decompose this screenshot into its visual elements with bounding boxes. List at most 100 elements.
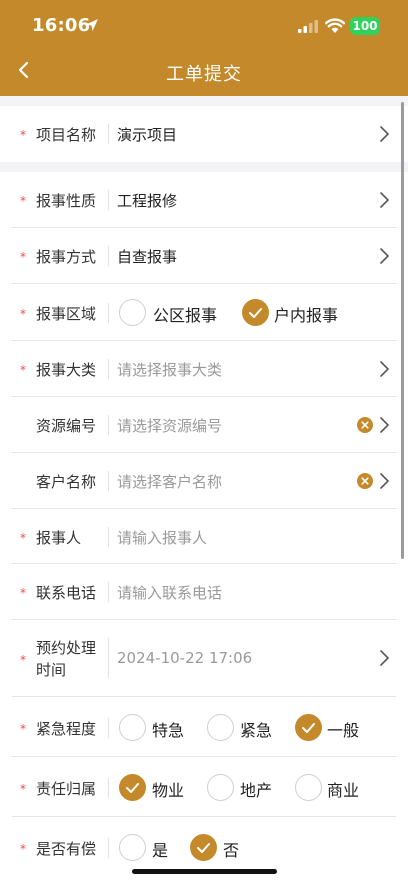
scrollbar[interactable] <box>401 102 404 559</box>
clear-icon[interactable] <box>357 473 373 489</box>
divider <box>108 246 109 266</box>
home-indicator <box>132 869 277 874</box>
appointment-row[interactable]: * 预约处理 时间 2024-10-22 17:06 <box>0 620 408 697</box>
category-placeholder: 请选择报事大类 <box>117 361 223 379</box>
radio-label: 紧急 <box>240 721 273 740</box>
required-mark: * <box>20 782 26 796</box>
radio-circle <box>119 299 146 326</box>
clear-icon[interactable] <box>357 417 373 433</box>
app-header: 16:06 100 工单提交 <box>0 0 408 96</box>
method-label: 报事方式 <box>36 248 97 266</box>
radio-responsibility-realestate[interactable]: 地产 <box>207 757 282 817</box>
radio-circle <box>119 834 146 861</box>
radio-label: 物业 <box>152 781 185 800</box>
radio-circle <box>295 774 322 801</box>
divider <box>108 778 109 798</box>
reporter-row[interactable]: * 报事人 请输入报事人 <box>0 509 408 564</box>
radio-urgency-critical[interactable]: 特急 <box>119 697 194 757</box>
checkmark-icon <box>119 774 146 801</box>
radio-compensation-yes[interactable]: 是 <box>119 817 179 877</box>
divider <box>108 638 109 678</box>
required-mark: * <box>20 722 26 736</box>
divider <box>108 415 109 435</box>
checkmark-icon <box>295 714 322 741</box>
appointment-label-line2: 时间 <box>36 661 67 679</box>
responsibility-row: * 责任归属 物业 地产 商业 <box>0 757 408 817</box>
area-row: * 报事区域 公区报事 户内报事 <box>0 284 408 341</box>
required-mark: * <box>20 586 26 600</box>
project-label: 项目名称 <box>36 126 97 144</box>
radio-urgency-urgent[interactable]: 紧急 <box>207 697 282 757</box>
required-mark: * <box>20 307 26 321</box>
status-bar: 16:06 100 <box>0 0 408 52</box>
chevron-right-icon <box>380 126 390 142</box>
radio-label: 公区报事 <box>153 306 218 325</box>
customer-placeholder: 请选择客户名称 <box>117 473 223 491</box>
required-mark: * <box>20 128 26 142</box>
appointment-label-line1: 预约处理 <box>36 639 97 657</box>
resource-label: 资源编号 <box>36 417 97 435</box>
responsibility-label: 责任归属 <box>36 780 97 798</box>
radio-urgency-normal[interactable]: 一般 <box>295 697 370 757</box>
project-row[interactable]: * 项目名称 演示项目 <box>0 106 408 162</box>
resource-placeholder: 请选择资源编号 <box>117 417 223 435</box>
method-value: 自查报事 <box>117 248 178 266</box>
radio-area-indoor[interactable]: 户内报事 <box>242 284 352 341</box>
radio-compensation-no[interactable]: 否 <box>190 817 250 877</box>
required-mark: * <box>20 363 26 377</box>
radio-responsibility-property[interactable]: 物业 <box>119 757 194 817</box>
reporter-input[interactable]: 请输入报事人 <box>117 527 207 548</box>
divider <box>108 718 109 738</box>
required-mark: * <box>20 842 26 856</box>
required-mark: * <box>20 531 26 545</box>
divider <box>108 527 109 547</box>
chevron-right-icon <box>380 192 390 208</box>
radio-circle <box>207 714 234 741</box>
compensation-label: 是否有偿 <box>36 840 97 858</box>
radio-responsibility-commercial[interactable]: 商业 <box>295 757 370 817</box>
chevron-right-icon <box>380 473 390 489</box>
chevron-right-icon <box>380 361 390 377</box>
urgency-row: * 紧急程度 特急 紧急 一般 <box>0 697 408 757</box>
divider <box>108 359 109 379</box>
checkmark-icon <box>190 834 217 861</box>
customer-label: 客户名称 <box>36 473 97 491</box>
checkmark-icon <box>242 299 269 326</box>
resource-row[interactable]: 资源编号 请选择资源编号 <box>0 397 408 453</box>
chevron-right-icon <box>380 248 390 264</box>
nature-label: 报事性质 <box>36 192 97 210</box>
method-row[interactable]: * 报事方式 自查报事 <box>0 228 408 284</box>
divider <box>108 124 109 144</box>
phone-row[interactable]: * 联系电话 请输入联系电话 <box>0 564 408 620</box>
status-time: 16:06 <box>32 15 91 36</box>
radio-label: 否 <box>223 841 240 860</box>
radio-area-public[interactable]: 公区报事 <box>119 284 229 341</box>
phone-input[interactable]: 请输入联系电话 <box>117 582 222 603</box>
category-row[interactable]: * 报事大类 请选择报事大类 <box>0 341 408 397</box>
divider <box>108 471 109 491</box>
cellular-signal-icon <box>298 20 318 33</box>
radio-label: 特急 <box>152 721 185 740</box>
phone-label: 联系电话 <box>36 584 97 602</box>
form-group-details: * 报事性质 工程报修 * 报事方式 自查报事 * 报事区域 公区报事 户内报事… <box>0 172 408 883</box>
wifi-icon <box>325 18 345 33</box>
urgency-label: 紧急程度 <box>36 720 97 738</box>
form-group-project: * 项目名称 演示项目 <box>0 106 408 162</box>
compensation-row: * 是否有偿 是 否 <box>0 817 408 877</box>
radio-circle <box>119 714 146 741</box>
nature-value: 工程报修 <box>117 192 178 210</box>
radio-label: 地产 <box>240 781 273 800</box>
radio-label: 是 <box>152 841 169 860</box>
required-mark: * <box>20 250 26 264</box>
chevron-right-icon <box>380 417 390 433</box>
reporter-label: 报事人 <box>36 529 82 547</box>
page-title: 工单提交 <box>166 64 242 85</box>
location-arrow-icon <box>86 19 98 31</box>
nature-row[interactable]: * 报事性质 工程报修 <box>0 172 408 228</box>
battery-indicator: 100 <box>350 17 380 35</box>
divider <box>108 303 109 323</box>
appointment-value: 2024-10-22 17:06 <box>117 649 253 667</box>
radio-label: 商业 <box>327 781 360 800</box>
category-label: 报事大类 <box>36 361 97 379</box>
customer-row[interactable]: 客户名称 请选择客户名称 <box>0 453 408 509</box>
